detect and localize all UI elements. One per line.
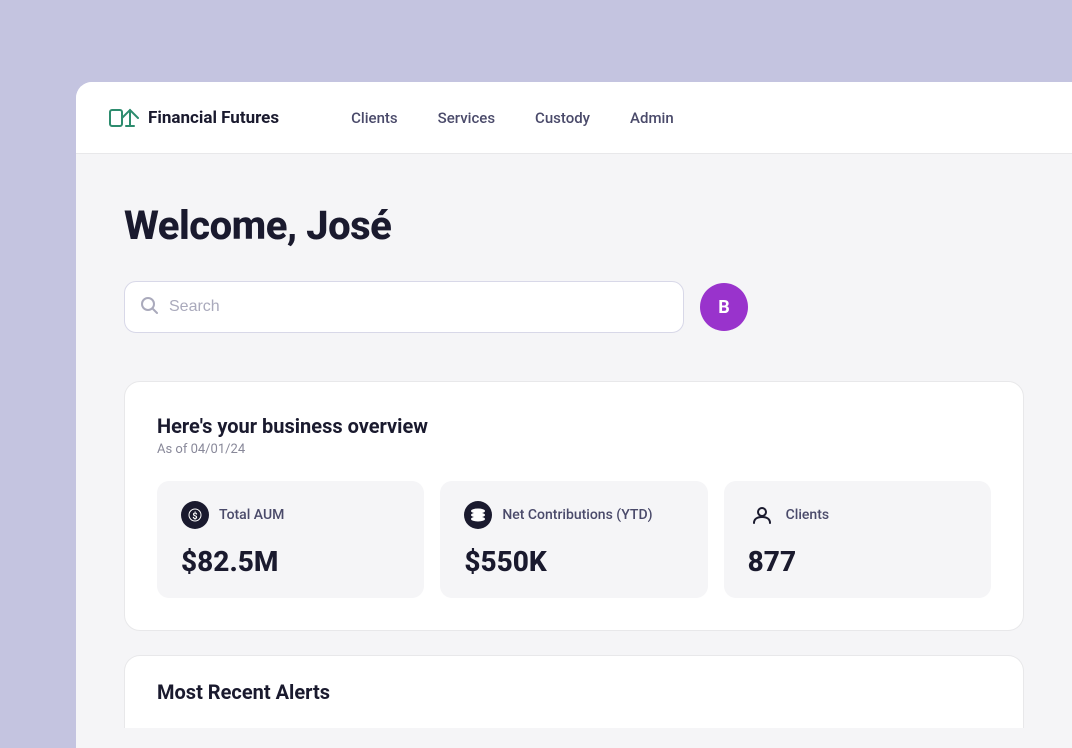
total-aum-label: Total AUM <box>219 507 284 523</box>
metric-label-row-contributions: Net Contributions (YTD) <box>464 501 683 529</box>
brand-logo-icon <box>108 102 140 134</box>
nav-item-custody[interactable]: Custody <box>519 101 606 135</box>
metric-card-total-aum: $ Total AUM $82.5M <box>157 481 424 598</box>
main-content: Welcome, José B Here's your business ove… <box>76 154 1072 748</box>
search-row: B <box>124 281 1024 333</box>
alerts-title: Most Recent Alerts <box>157 680 991 704</box>
net-contributions-icon <box>464 501 492 529</box>
navbar: Financial Futures Clients Services Custo… <box>76 82 1072 154</box>
nav-links: Clients Services Custody Admin <box>335 101 1040 135</box>
welcome-title: Welcome, José <box>124 202 1024 249</box>
brand-name: Financial Futures <box>148 108 279 128</box>
search-icon <box>140 296 158 318</box>
overview-card: Here's your business overview As of 04/0… <box>124 381 1024 631</box>
nav-item-clients[interactable]: Clients <box>335 101 414 135</box>
metric-card-clients: Clients 877 <box>724 481 991 598</box>
overview-date: As of 04/01/24 <box>157 442 991 457</box>
clients-value: 877 <box>748 545 967 578</box>
net-contributions-label: Net Contributions (YTD) <box>502 507 652 523</box>
metric-label-row-clients: Clients <box>748 501 967 529</box>
metric-label-row-aum: $ Total AUM <box>181 501 400 529</box>
metric-card-net-contributions: Net Contributions (YTD) $550K <box>440 481 707 598</box>
app-window: Financial Futures Clients Services Custo… <box>76 82 1072 748</box>
clients-label: Clients <box>786 507 829 523</box>
alerts-section: Most Recent Alerts <box>124 655 1024 728</box>
overview-title: Here's your business overview <box>157 414 991 438</box>
user-avatar[interactable]: B <box>700 283 748 331</box>
brand: Financial Futures <box>108 102 279 134</box>
nav-item-admin[interactable]: Admin <box>614 101 690 135</box>
net-contributions-value: $550K <box>464 545 683 578</box>
svg-text:$: $ <box>192 511 197 522</box>
search-container <box>124 281 684 333</box>
clients-icon <box>748 501 776 529</box>
nav-item-services[interactable]: Services <box>422 101 511 135</box>
total-aum-value: $82.5M <box>181 545 400 578</box>
metrics-row: $ Total AUM $82.5M <box>157 481 991 598</box>
total-aum-icon: $ <box>181 501 209 529</box>
search-input[interactable] <box>124 281 684 333</box>
